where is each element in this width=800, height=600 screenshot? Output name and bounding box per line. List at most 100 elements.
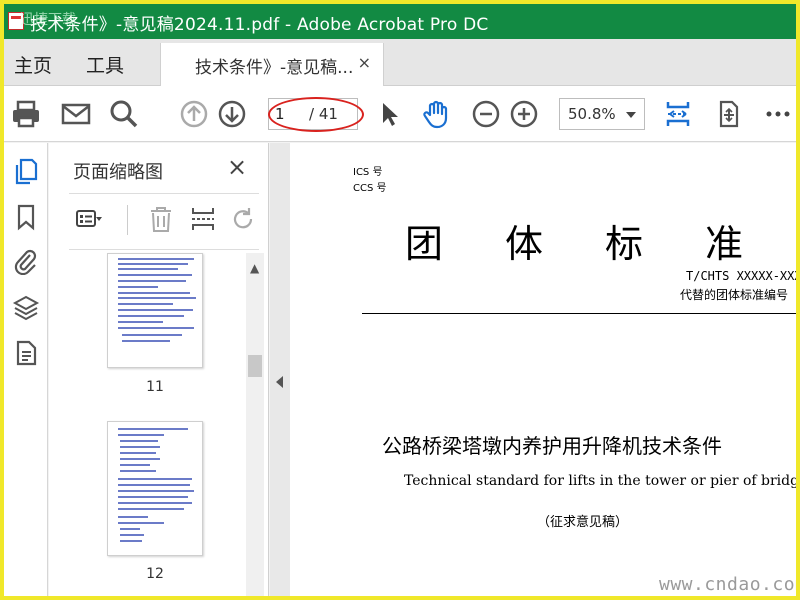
current-page-input[interactable] [275,104,297,124]
thumbnail-text-line [118,484,190,486]
close-panel-icon[interactable]: × [227,153,247,181]
thumbnail-text-line [120,452,156,454]
pdf-page: ICS 号 CCS 号 团 体 标 准 T/CHTS XXXXX-XXXX 代替的团体… [290,143,800,596]
panel-title: 页面缩略图 [73,162,163,183]
tab-tools[interactable]: 工具 [86,51,124,78]
ics-code: ICS 号 [353,167,383,178]
rotate-icon[interactable] [229,205,257,233]
thumbnail-text-line [118,315,184,317]
page-thumbnails-icon[interactable] [12,157,40,185]
thumbnail-text-line [118,268,178,270]
chinese-title: 公路桥梁塔墩内养护用升降机技术条件 [382,434,722,458]
thumbnail-text-line [118,522,164,524]
thumbnail-text-line [120,470,156,472]
page-down-icon[interactable] [216,98,248,130]
horizontal-rule [362,313,796,314]
thumbnail-text-line [118,478,192,480]
divider [69,193,259,194]
document-tab-label: 技术条件》-意见稿... [195,58,354,78]
thumbnail-text-line [118,286,158,288]
thumbnail-text-line [120,534,144,536]
document-view[interactable]: ICS 号 CCS 号 团 体 标 准 T/CHTS XXXXX-XXXX 代替的团体… [270,143,800,596]
heading-char: 团 [405,222,444,266]
attachment-icon[interactable] [12,247,40,275]
thumbnail-text-line [120,458,160,460]
left-navigation-rail [4,143,48,596]
heading-char: 体 [505,222,544,266]
close-tab-icon[interactable]: × [358,53,371,72]
thumbnail-text-line [120,464,150,466]
thumbnails-panel: 页面缩略图 × ▲ 11 12 [49,143,269,596]
draft-label: （征求意见稿） [537,515,629,530]
email-icon[interactable] [60,98,92,130]
page-thumbnail-number: 11 [146,379,164,395]
print-icon[interactable] [10,98,42,130]
window-title: 技术条件》-意见稿2024.11.pdf - Adobe Acrobat Pro… [30,15,489,35]
thumbnail-text-line [118,428,188,430]
hand-tool-icon[interactable] [420,98,452,130]
thumbnail-text-line [120,446,160,448]
app-window: 技术条件》-意见稿2024.11.pdf - Adobe Acrobat Pro… [0,0,800,600]
title-bar: 技术条件》-意见稿2024.11.pdf - Adobe Acrobat Pro… [4,4,796,39]
select-cursor-icon[interactable] [374,98,406,130]
thumbnail-text-line [118,508,184,510]
thumbnail-text-line [118,321,163,323]
thumbnail-text-line [118,292,190,294]
thumbnail-text-line [118,434,164,436]
thumbnail-text-line [118,280,186,282]
zoom-value: 50.8% [568,105,616,123]
thumbnail-scrollbar[interactable] [246,253,264,596]
document-properties-icon[interactable] [12,339,40,367]
thumbnail-text-line [118,309,193,311]
thumbnail-text-line [118,496,188,498]
page-thumbnail-number: 12 [146,566,164,582]
thumbnail-text-line [118,502,192,504]
rotate-page-icon[interactable] [712,98,744,130]
english-title: Technical standard for lifts in the towe… [404,473,800,489]
ccs-code: CCS 号 [353,183,387,194]
thumbnail-text-line [118,303,173,305]
scroll-up-icon[interactable]: ▲ [250,261,259,275]
thumbnail-text-line [118,490,194,492]
thumbnail-text-line [118,274,192,276]
heading-char: 标 [605,222,644,266]
scrollbar-thumb[interactable] [248,355,262,377]
zoom-dropdown[interactable]: 50.8% [559,98,645,130]
extract-page-icon[interactable] [189,205,217,233]
layers-icon[interactable] [12,293,40,321]
delete-page-icon[interactable] [147,205,175,233]
page-thumbnail-12[interactable] [107,421,203,556]
thumbnail-text-line [122,340,170,342]
divider [69,249,259,250]
thumbnail-text-line [118,516,148,518]
site-watermark: www.cndao.com [659,574,800,595]
bookmark-icon[interactable] [12,203,40,231]
thumbnail-text-line [120,540,142,542]
tab-document[interactable]: 技术条件》-意见稿... × [160,43,384,87]
standard-number: T/CHTS XXXXX-XXXX [686,269,800,283]
collapse-panel-icon[interactable] [276,376,283,388]
more-icon[interactable] [762,98,794,130]
thumbnail-text-line [118,297,196,299]
thumbnail-text-line [118,258,194,260]
thumbnail-text-line [122,334,182,336]
page-number-field[interactable]: / 41 [268,98,358,130]
watermark-text: 迅捷下载 [20,12,76,28]
thumbnail-text-line [120,440,158,442]
page-thumbnail-11[interactable] [107,253,203,368]
fit-page-icon[interactable] [662,98,694,130]
main-toolbar [4,86,796,142]
search-icon[interactable] [108,98,140,130]
thumbnail-text-line [118,327,194,329]
tab-bar: 主页 工具 技术条件》-意见稿... × [4,39,796,87]
thumbnail-text-line [120,528,140,530]
chevron-down-icon [626,112,636,118]
page-up-icon[interactable] [178,98,210,130]
zoom-out-icon[interactable] [470,98,502,130]
replaced-standard-label: 代替的团体标准编号 [680,288,789,302]
tab-home[interactable]: 主页 [14,51,52,78]
thumbnail-text-line [118,263,188,265]
thumbnail-options-icon[interactable] [75,205,103,233]
standard-type-heading: 团体标准 [405,213,796,268]
zoom-in-icon[interactable] [508,98,540,130]
